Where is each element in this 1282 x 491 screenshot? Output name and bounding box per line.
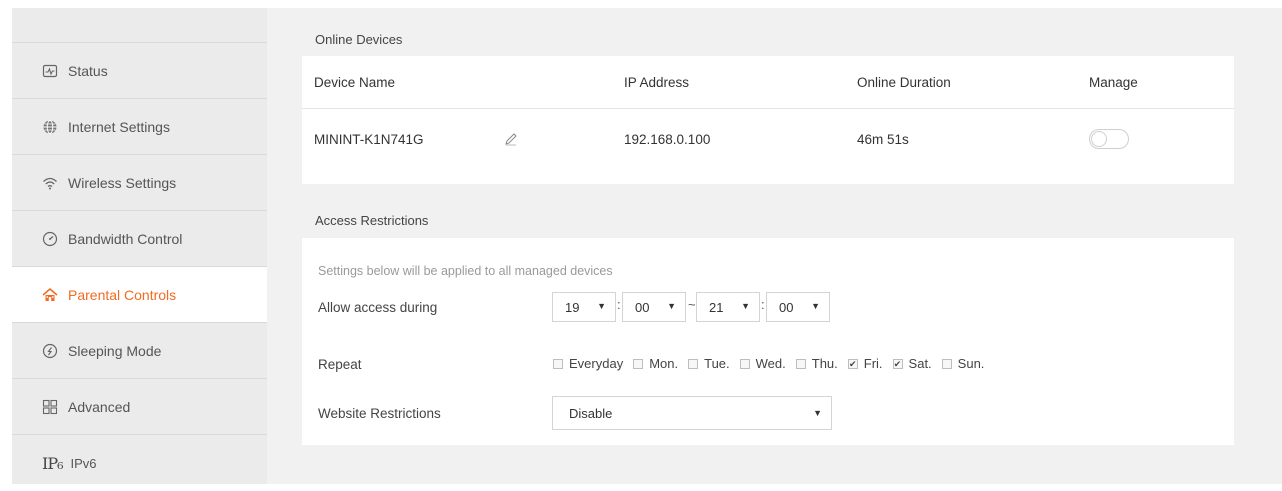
day-label: Thu. bbox=[811, 356, 838, 371]
day-wed-checkbox[interactable]: Wed. bbox=[739, 356, 786, 371]
column-header-device-name: Device Name bbox=[314, 74, 396, 90]
gauge-icon bbox=[42, 231, 58, 247]
website-restrictions-select[interactable]: Disable ▼ bbox=[552, 396, 832, 430]
sidebar-item-label: Sleeping Mode bbox=[68, 342, 162, 359]
sidebar-item-bandwidth-control[interactable]: Bandwidth Control bbox=[12, 211, 267, 267]
checkbox-box bbox=[553, 358, 563, 369]
access-restrictions-card: Settings below will be applied to all ma… bbox=[302, 238, 1234, 445]
checkmark-icon: ✔ bbox=[892, 358, 903, 369]
chevron-down-icon: ▼ bbox=[597, 301, 606, 311]
sidebar-item-sleeping-mode[interactable]: Sleeping Mode bbox=[12, 323, 267, 379]
checkbox-box bbox=[688, 358, 699, 369]
sidebar-item-internet-settings[interactable]: Internet Settings bbox=[12, 99, 267, 155]
sidebar-top-spacer bbox=[12, 8, 267, 43]
sidebar: Status Internet Settings Wireless Settin… bbox=[12, 8, 267, 484]
device-online-duration: 46m 51s bbox=[857, 131, 909, 147]
sidebar-item-parental-controls[interactable]: Parental Controls bbox=[12, 267, 267, 323]
house-icon bbox=[42, 287, 58, 303]
end-minute-select[interactable]: 00 ▼ bbox=[766, 292, 830, 322]
repeat-days: Everyday Mon. Tue. Wed. Thu. ✔ Fri. ✔ Sat.… bbox=[553, 356, 994, 371]
day-label: Mon. bbox=[649, 356, 679, 371]
online-devices-card: Device Name IP Address Online Duration M… bbox=[302, 56, 1234, 184]
manage-toggle[interactable] bbox=[1089, 129, 1129, 149]
day-mon-checkbox[interactable]: Mon. bbox=[633, 356, 678, 371]
checkbox-box bbox=[941, 358, 952, 369]
website-restrictions-value: Disable bbox=[569, 405, 613, 421]
start-minute-select[interactable]: 00 ▼ bbox=[622, 292, 686, 322]
day-label: Sat. bbox=[908, 356, 932, 371]
sidebar-item-wireless-settings[interactable]: Wireless Settings bbox=[12, 155, 267, 211]
manage-toggle-knob bbox=[1091, 131, 1107, 147]
sidebar-item-ipv6[interactable]: IP₆ IPv6 bbox=[12, 435, 267, 491]
repeat-label: Repeat bbox=[318, 357, 362, 372]
edit-pencil-icon[interactable] bbox=[504, 109, 518, 169]
wifi-icon bbox=[42, 175, 58, 191]
day-sun-checkbox[interactable]: Sun. bbox=[941, 356, 985, 371]
table-header: Device Name IP Address Online Duration M… bbox=[302, 56, 1234, 109]
globe-icon bbox=[42, 119, 58, 135]
ipv6-icon: IP₆ bbox=[42, 453, 63, 473]
checkbox-box bbox=[795, 358, 806, 369]
column-header-manage: Manage bbox=[1089, 74, 1138, 90]
column-header-online-duration: Online Duration bbox=[857, 74, 951, 90]
day-label: Tue. bbox=[704, 356, 730, 371]
device-ip: 192.168.0.100 bbox=[624, 131, 711, 147]
checkbox-box bbox=[739, 358, 750, 369]
checkbox-box bbox=[633, 358, 644, 369]
chevron-down-icon: ▼ bbox=[813, 408, 822, 418]
sidebar-item-label: Internet Settings bbox=[68, 118, 170, 135]
time-range-separator: ~ bbox=[688, 297, 696, 312]
start-hour-select[interactable]: 19 ▼ bbox=[552, 292, 616, 322]
device-name: MININT-K1N741G bbox=[314, 131, 424, 147]
manage-toggle-cell bbox=[1089, 109, 1129, 169]
sidebar-item-status[interactable]: Status bbox=[12, 43, 267, 99]
managed-devices-hint: Settings below will be applied to all ma… bbox=[318, 264, 613, 278]
website-restrictions-label: Website Restrictions bbox=[318, 406, 441, 421]
end-hour-value: 21 bbox=[709, 299, 724, 315]
time-colon-separator: : bbox=[617, 297, 621, 312]
sidebar-item-label: Wireless Settings bbox=[68, 174, 177, 191]
router-admin-frame: Status Internet Settings Wireless Settin… bbox=[12, 8, 1282, 484]
time-colon-separator: : bbox=[761, 297, 765, 312]
day-fri-checkbox[interactable]: ✔ Fri. bbox=[847, 356, 883, 371]
day-label: Fri. bbox=[863, 356, 883, 371]
grid-icon bbox=[42, 399, 58, 415]
column-header-ip-address: IP Address bbox=[624, 74, 690, 90]
checkmark-icon: ✔ bbox=[847, 358, 858, 369]
sleep-icon bbox=[42, 343, 58, 359]
start-minute-value: 00 bbox=[635, 299, 650, 315]
day-label: Everyday bbox=[569, 356, 624, 371]
chevron-down-icon: ▼ bbox=[667, 301, 676, 311]
end-hour-select[interactable]: 21 ▼ bbox=[696, 292, 760, 322]
chevron-down-icon: ▼ bbox=[811, 301, 820, 311]
start-hour-value: 19 bbox=[565, 299, 580, 315]
sidebar-item-label: Bandwidth Control bbox=[68, 230, 183, 247]
main-content: Online Devices Device Name IP Address On… bbox=[267, 8, 1282, 484]
allow-access-label: Allow access during bbox=[318, 300, 438, 315]
day-tue-checkbox[interactable]: Tue. bbox=[688, 356, 730, 371]
sidebar-item-label: Advanced bbox=[68, 398, 131, 415]
sidebar-item-advanced[interactable]: Advanced bbox=[12, 379, 267, 435]
end-minute-value: 00 bbox=[779, 299, 794, 315]
day-everyday-checkbox[interactable]: Everyday bbox=[553, 356, 623, 371]
chevron-down-icon: ▼ bbox=[741, 301, 750, 311]
day-thu-checkbox[interactable]: Thu. bbox=[795, 356, 838, 371]
access-restrictions-title: Access Restrictions bbox=[315, 213, 429, 228]
online-devices-title: Online Devices bbox=[315, 32, 403, 47]
sidebar-item-label: Parental Controls bbox=[68, 286, 177, 303]
sidebar-item-label: IPv6 bbox=[70, 455, 97, 471]
sidebar-item-label: Status bbox=[68, 62, 108, 79]
status-icon bbox=[42, 63, 58, 79]
day-label: Sun. bbox=[957, 356, 985, 371]
day-sat-checkbox[interactable]: ✔ Sat. bbox=[892, 356, 932, 371]
day-label: Wed. bbox=[755, 356, 786, 371]
table-row: MININT-K1N741G 192.168.0.100 46m 51s bbox=[302, 109, 1234, 169]
